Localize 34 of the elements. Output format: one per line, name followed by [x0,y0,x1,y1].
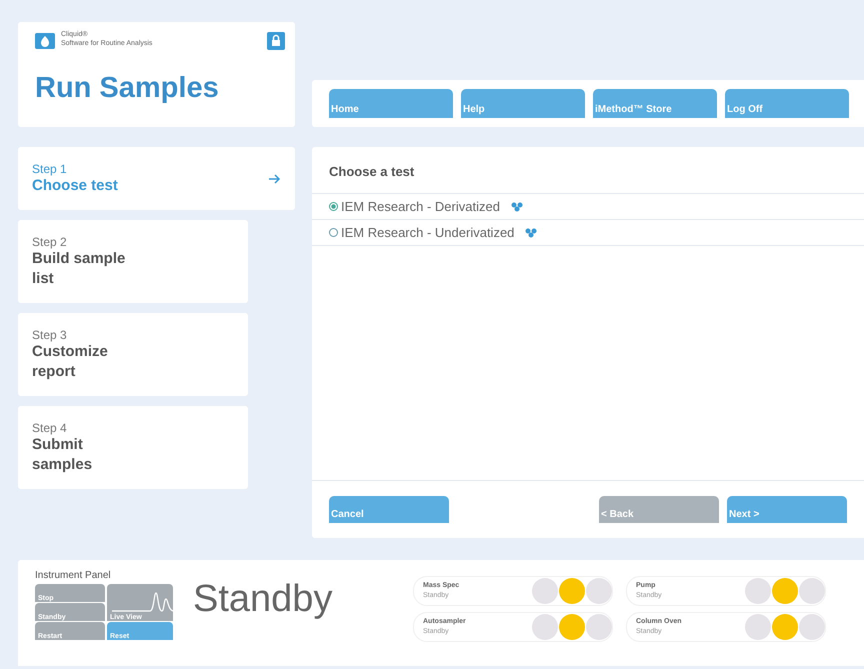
step-number: Step 1 [32,162,68,176]
step-label: Build sample list [32,248,126,288]
nav-button[interactable]: Log Off [725,89,849,118]
nav-button[interactable]: iMethod™ Store [593,89,717,118]
footer-button[interactable]: Next > [727,496,847,523]
arrow-icon [269,174,281,184]
page-title: Run Samples [35,72,220,105]
radio-button[interactable] [329,228,338,237]
step-label: Customize report [32,342,109,382]
step-label: Choose test [32,176,118,196]
lock-icon[interactable] [267,32,285,50]
molecule-icon [510,202,523,212]
step-number: Step 4 [32,420,68,434]
test-label: IEM Research - Underivatized [341,225,514,240]
test-option[interactable]: IEM Research - Underivatized [312,220,864,246]
panel-title: Instrument Panel [35,570,112,581]
footer-button[interactable]: Cancel [329,496,449,523]
step-item[interactable]: Step 3 Customize report [18,313,248,396]
peak-icon [110,591,176,613]
test-option[interactable]: IEM Research - Derivatized [312,194,864,220]
logo-icon [35,33,55,49]
test-label: IEM Research - Derivatized [341,199,500,214]
nav-button[interactable]: Home [329,89,453,118]
nav-button[interactable]: Help [461,89,585,118]
panel-title: Choose a test [312,147,864,194]
radio-button[interactable] [329,202,338,211]
step-item[interactable]: Step 2 Build sample list [18,220,248,303]
status-text: Standby [193,578,334,621]
step-number: Step 3 [32,328,68,342]
molecule-icon [525,228,538,238]
step-number: Step 2 [32,234,68,248]
step-label: Submit samples [32,434,94,474]
step-item[interactable]: Step 1 Choose test [18,147,295,210]
step-item[interactable]: Step 4 Submit samples [18,406,248,489]
